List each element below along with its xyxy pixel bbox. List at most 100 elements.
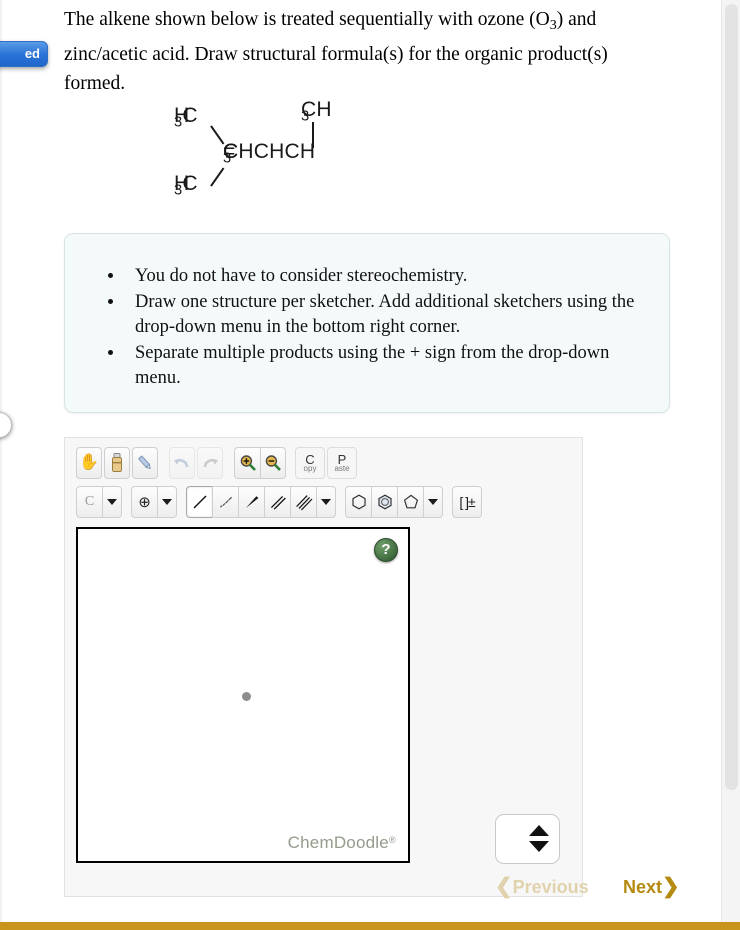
zoom-out-button[interactable] bbox=[260, 447, 286, 479]
structure-label-top-methyl-left: H3C bbox=[174, 104, 198, 130]
single-bond-button[interactable] bbox=[186, 486, 212, 518]
hint-item: Separate multiple products using the + s… bbox=[125, 341, 643, 391]
hash-bond-button[interactable] bbox=[212, 486, 238, 518]
hints-box: You do not have to consider stereochemis… bbox=[64, 233, 670, 413]
wedge-bond-icon bbox=[245, 496, 258, 508]
structure-main-chain: C = CHCHCH 3 bbox=[223, 140, 315, 166]
bracket-charge-icon: [ ]± bbox=[459, 494, 475, 510]
hash-bond-icon bbox=[219, 496, 232, 508]
hints-list: You do not have to consider stereochemis… bbox=[65, 234, 669, 391]
sketcher-drawing-canvas[interactable]: ? ChemDoodle® bbox=[76, 527, 410, 863]
question-line-1b: ) and bbox=[556, 9, 597, 30]
tool-group-bonds bbox=[186, 486, 336, 518]
cyclopentane-ring-button[interactable] bbox=[397, 486, 423, 518]
tool-group-rings bbox=[345, 486, 443, 518]
tool-group-history bbox=[169, 447, 225, 479]
structure-label-branch-methyl: CH 3 bbox=[301, 98, 332, 124]
tool-group-clipboard: C opy P aste bbox=[295, 447, 359, 479]
tool-group-zoom bbox=[234, 447, 286, 479]
bond-line-upper-left bbox=[210, 125, 225, 145]
wedge-bond-button[interactable] bbox=[238, 486, 264, 518]
zoom-in-button[interactable] bbox=[234, 447, 260, 479]
spinner-down-arrow-icon[interactable] bbox=[529, 841, 549, 852]
redo-button[interactable] bbox=[197, 447, 223, 479]
main-chain-rest: CHCHCH bbox=[223, 140, 316, 163]
benzene-ring-button[interactable] bbox=[371, 486, 397, 518]
question-line-3: formed. bbox=[64, 72, 126, 94]
copy-button[interactable]: C opy bbox=[295, 447, 325, 479]
c-label-top: C bbox=[182, 104, 198, 127]
pan-hand-button[interactable]: ✋ bbox=[76, 447, 102, 479]
ch-label-branch: CH bbox=[301, 98, 332, 121]
chemdoodle-watermark-text: ChemDoodle bbox=[287, 833, 389, 852]
feedback-tab-button[interactable]: ed bbox=[0, 41, 48, 67]
tool-group-bracket: [ ]± bbox=[452, 486, 484, 518]
bracket-charge-button[interactable]: [ ]± bbox=[452, 486, 482, 518]
hint-item: Draw one structure per sketcher. Add add… bbox=[125, 290, 643, 340]
next-label: Next bbox=[623, 877, 663, 897]
previous-label: Previous bbox=[512, 877, 589, 897]
bond-line-branch-methyl bbox=[312, 122, 314, 148]
clear-icon bbox=[112, 453, 122, 472]
help-badge-label: ? bbox=[381, 541, 391, 558]
double-bond-button[interactable] bbox=[264, 486, 290, 518]
tool-group-basic: ✋ bbox=[76, 447, 160, 479]
bottom-accent-bar bbox=[0, 922, 740, 930]
spinner-up-arrow-icon[interactable] bbox=[529, 825, 549, 836]
c-label-bottom: C bbox=[182, 172, 198, 195]
undo-icon bbox=[174, 458, 189, 468]
previous-button[interactable]: ❮Previous bbox=[495, 874, 589, 899]
canvas-atom-dot[interactable] bbox=[242, 692, 251, 701]
help-icon[interactable]: ? bbox=[374, 538, 398, 562]
triple-bond-button[interactable] bbox=[290, 486, 316, 518]
question-line-2: zinc/acetic acid. Draw structural formul… bbox=[64, 43, 608, 65]
registered-mark-icon: ® bbox=[388, 834, 396, 845]
paste-label: P aste bbox=[334, 453, 349, 473]
pan-hand-icon: ✋ bbox=[79, 454, 99, 471]
copy-small-text: opy bbox=[303, 464, 317, 473]
paste-small-text: aste bbox=[334, 464, 350, 473]
chemdoodle-watermark: ChemDoodle® bbox=[288, 833, 396, 853]
sketcher-toolbar-row-1: ✋ C opy P aste bbox=[76, 445, 493, 481]
tool-group-charge: ⊕ bbox=[131, 486, 177, 518]
cyclohexane-ring-button[interactable] bbox=[345, 486, 371, 518]
cyclohexane-ring-icon bbox=[351, 494, 366, 510]
ozone-subscript: 3 bbox=[549, 16, 557, 33]
page-scrollbar-thumb[interactable] bbox=[725, 4, 738, 790]
alkene-structure-figure: H3C CH 3 C = CHCHCH 3 H3C bbox=[160, 96, 440, 206]
bond-line-lower-left bbox=[210, 167, 225, 187]
charge-dropdown-button[interactable] bbox=[157, 486, 177, 518]
bond-dropdown-button[interactable] bbox=[316, 486, 336, 518]
clear-button[interactable] bbox=[104, 447, 130, 479]
zoom-in-icon bbox=[240, 455, 256, 471]
hint-item: You do not have to consider stereochemis… bbox=[125, 264, 643, 289]
feedback-tab-label: ed bbox=[24, 46, 40, 61]
redo-icon bbox=[203, 458, 218, 468]
chevron-right-icon: ❯ bbox=[662, 875, 680, 898]
sketcher-toolbar: ✋ C opy P aste C ⊕ []± bbox=[76, 445, 493, 523]
page-left-edge bbox=[0, 0, 2, 922]
pencil-icon bbox=[138, 455, 151, 470]
zoom-out-icon bbox=[265, 455, 281, 471]
double-bond-icon bbox=[270, 495, 286, 510]
element-dropdown-button[interactable] bbox=[102, 486, 122, 518]
sketcher-count-spinner[interactable] bbox=[495, 814, 560, 864]
charge-plus-icon: ⊕ bbox=[138, 494, 151, 511]
charge-button[interactable]: ⊕ bbox=[131, 486, 157, 518]
triple-bond-icon bbox=[295, 495, 312, 511]
copy-label: C opy bbox=[304, 453, 317, 473]
element-carbon-label: C bbox=[84, 494, 95, 509]
page-scrollbar-track[interactable] bbox=[721, 0, 740, 922]
undo-button[interactable] bbox=[169, 447, 195, 479]
cyclopentane-ring-icon bbox=[403, 494, 418, 509]
paste-button[interactable]: P aste bbox=[327, 447, 357, 479]
question-prompt: The alkene shown below is treated sequen… bbox=[64, 0, 660, 98]
side-panel-handle[interactable] bbox=[0, 412, 12, 438]
structure-label-bottom-methyl-left: H3C bbox=[174, 172, 198, 198]
question-line-1a: The alkene shown below is treated sequen… bbox=[64, 9, 550, 30]
next-button[interactable]: Next❯ bbox=[623, 874, 680, 899]
pencil-button[interactable] bbox=[132, 447, 158, 479]
element-carbon-button[interactable]: C bbox=[76, 486, 102, 518]
ring-dropdown-button[interactable] bbox=[423, 486, 443, 518]
single-bond-icon bbox=[193, 495, 206, 509]
